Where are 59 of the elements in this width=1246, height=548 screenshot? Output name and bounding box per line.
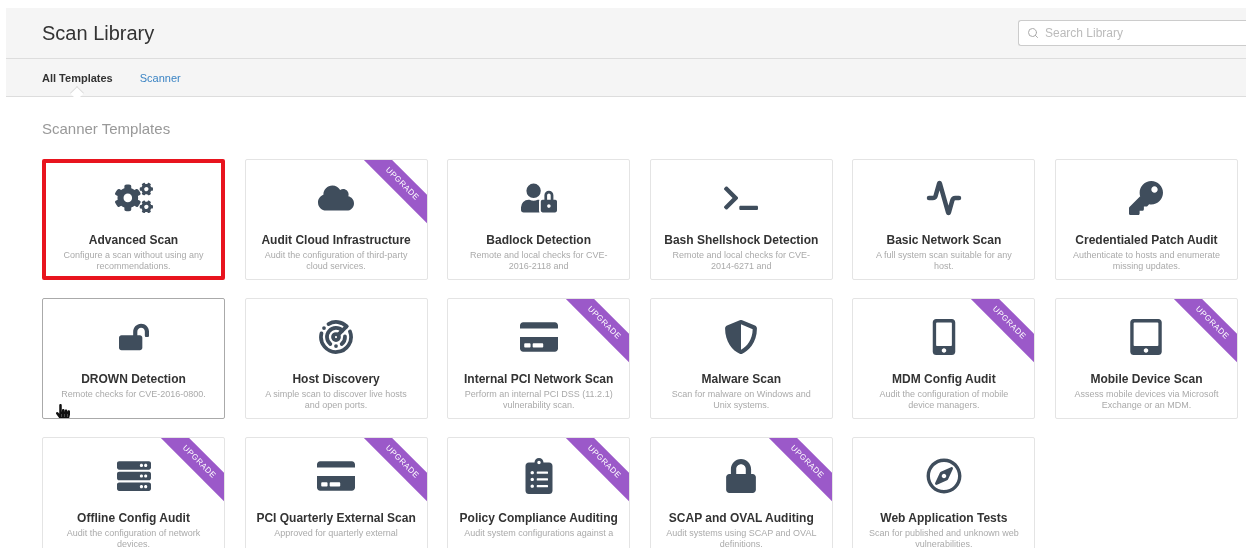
template-card[interactable]: Host Discovery A simple scan to discover live hosts and open ports. <box>244 298 428 419</box>
shield-icon <box>724 320 759 354</box>
template-card[interactable]: Basic Network Scan A full system scan suitable for any host. <box>852 159 1036 280</box>
card-title: Bash Shellshock Detection <box>664 234 819 246</box>
card-description: Scan for published and unknown web vulnerabilities. <box>868 528 1020 548</box>
card-description: Remote and local checks for CVE-2016-2118 and <box>468 250 609 272</box>
radar-icon <box>318 319 355 355</box>
template-card[interactable]: Badlock Detection Remote and local checks for CVE-2016-2118 and <box>447 159 631 280</box>
tablet-icon <box>1128 319 1165 355</box>
template-card[interactable]: DROWN Detection Remote checks for CVE-2016-0800. <box>42 298 225 419</box>
open-lock-icon <box>118 322 149 352</box>
card-description: Approved for quarterly external <box>274 528 398 539</box>
card-title: MDM Config Audit <box>892 373 996 385</box>
template-card[interactable]: Malware Scan Scan for malware on Windows and Unix systems. <box>649 298 833 419</box>
tab[interactable]: All Templates <box>42 71 113 84</box>
card-description: Scan for malware on Windows and Unix systems. <box>670 389 812 411</box>
compass-icon <box>925 458 962 494</box>
card-title: Policy Compliance Auditing <box>459 512 618 524</box>
card-title: Host Discovery <box>292 373 380 385</box>
card-description: Configure a scan without using any recommendations. <box>62 250 205 272</box>
card-description: Audit system configurations against a <box>464 528 614 539</box>
template-card[interactable]: Web Application Tests Scan for published and unknown web vulnerabilities. <box>852 437 1036 548</box>
card-description: Audit the configuration of third-party cloud services. <box>263 250 409 272</box>
card-title: Audit Cloud Infrastructure <box>261 234 411 246</box>
card-title: Basic Network Scan <box>886 234 1002 246</box>
section-title: Scanner Templates <box>42 120 172 137</box>
template-card[interactable]: Credentialed Patch Audit Authenticate to hosts and enumerate missing updates. <box>1054 159 1238 280</box>
card-title: Mobile Device Scan <box>1090 373 1203 385</box>
tab[interactable]: Scanner <box>139 71 181 84</box>
card-description: Audit systems using SCAP and OVAL definitions. <box>665 528 818 548</box>
card-description: Remote checks for CVE-2016-0800. <box>61 389 206 400</box>
card-title: SCAP and OVAL Auditing <box>668 512 814 524</box>
card-description: Remote and local checks for CVE-2014-6271 and <box>671 250 812 272</box>
template-card[interactable]: Advanced Scan Configure a scan without using any recommendations. <box>42 159 225 280</box>
card-title: Badlock Detection <box>486 234 592 246</box>
card-description: A simple scan to discover live hosts and open ports. <box>264 389 408 411</box>
lock-icon <box>724 459 759 493</box>
key-icon <box>1129 181 1164 215</box>
card-description: Audit the configuration of mobile device managers. <box>878 389 1010 411</box>
card-title: Malware Scan <box>701 373 781 385</box>
pulse-icon <box>925 180 962 216</box>
card-description: Audit the configuration of network devices. <box>65 528 202 548</box>
search-icon <box>1027 27 1039 39</box>
card-title: Advanced Scan <box>88 234 179 246</box>
card-description: Perform an internal PCI DSS (11.2.1) vulnerability scan. <box>463 389 614 411</box>
card-title: PCI Quarterly External Scan <box>256 512 416 524</box>
card-description: Assess mobile devices via Microsoft Exchange or an MDM. <box>1073 389 1220 411</box>
template-card[interactable]: Bash Shellshock Detection Remote and local checks for CVE-2014-6271 and <box>649 159 833 280</box>
page-title: Scan Library <box>42 21 155 45</box>
card-title: Credentialed Patch Audit <box>1075 234 1218 246</box>
search-field[interactable]: Search Library <box>1018 20 1246 46</box>
server-icon <box>116 459 151 493</box>
cursor-icon <box>55 404 71 418</box>
card-description: Authenticate to hosts and enumerate missing updates. <box>1071 250 1221 272</box>
card-title: Offline Config Audit <box>77 512 190 524</box>
card-title: Web Application Tests <box>880 512 1008 524</box>
card-title: DROWN Detection <box>81 373 186 385</box>
card-description: A full system scan suitable for any host. <box>875 250 1013 272</box>
card-title: Internal PCI Network Scan <box>464 373 614 385</box>
